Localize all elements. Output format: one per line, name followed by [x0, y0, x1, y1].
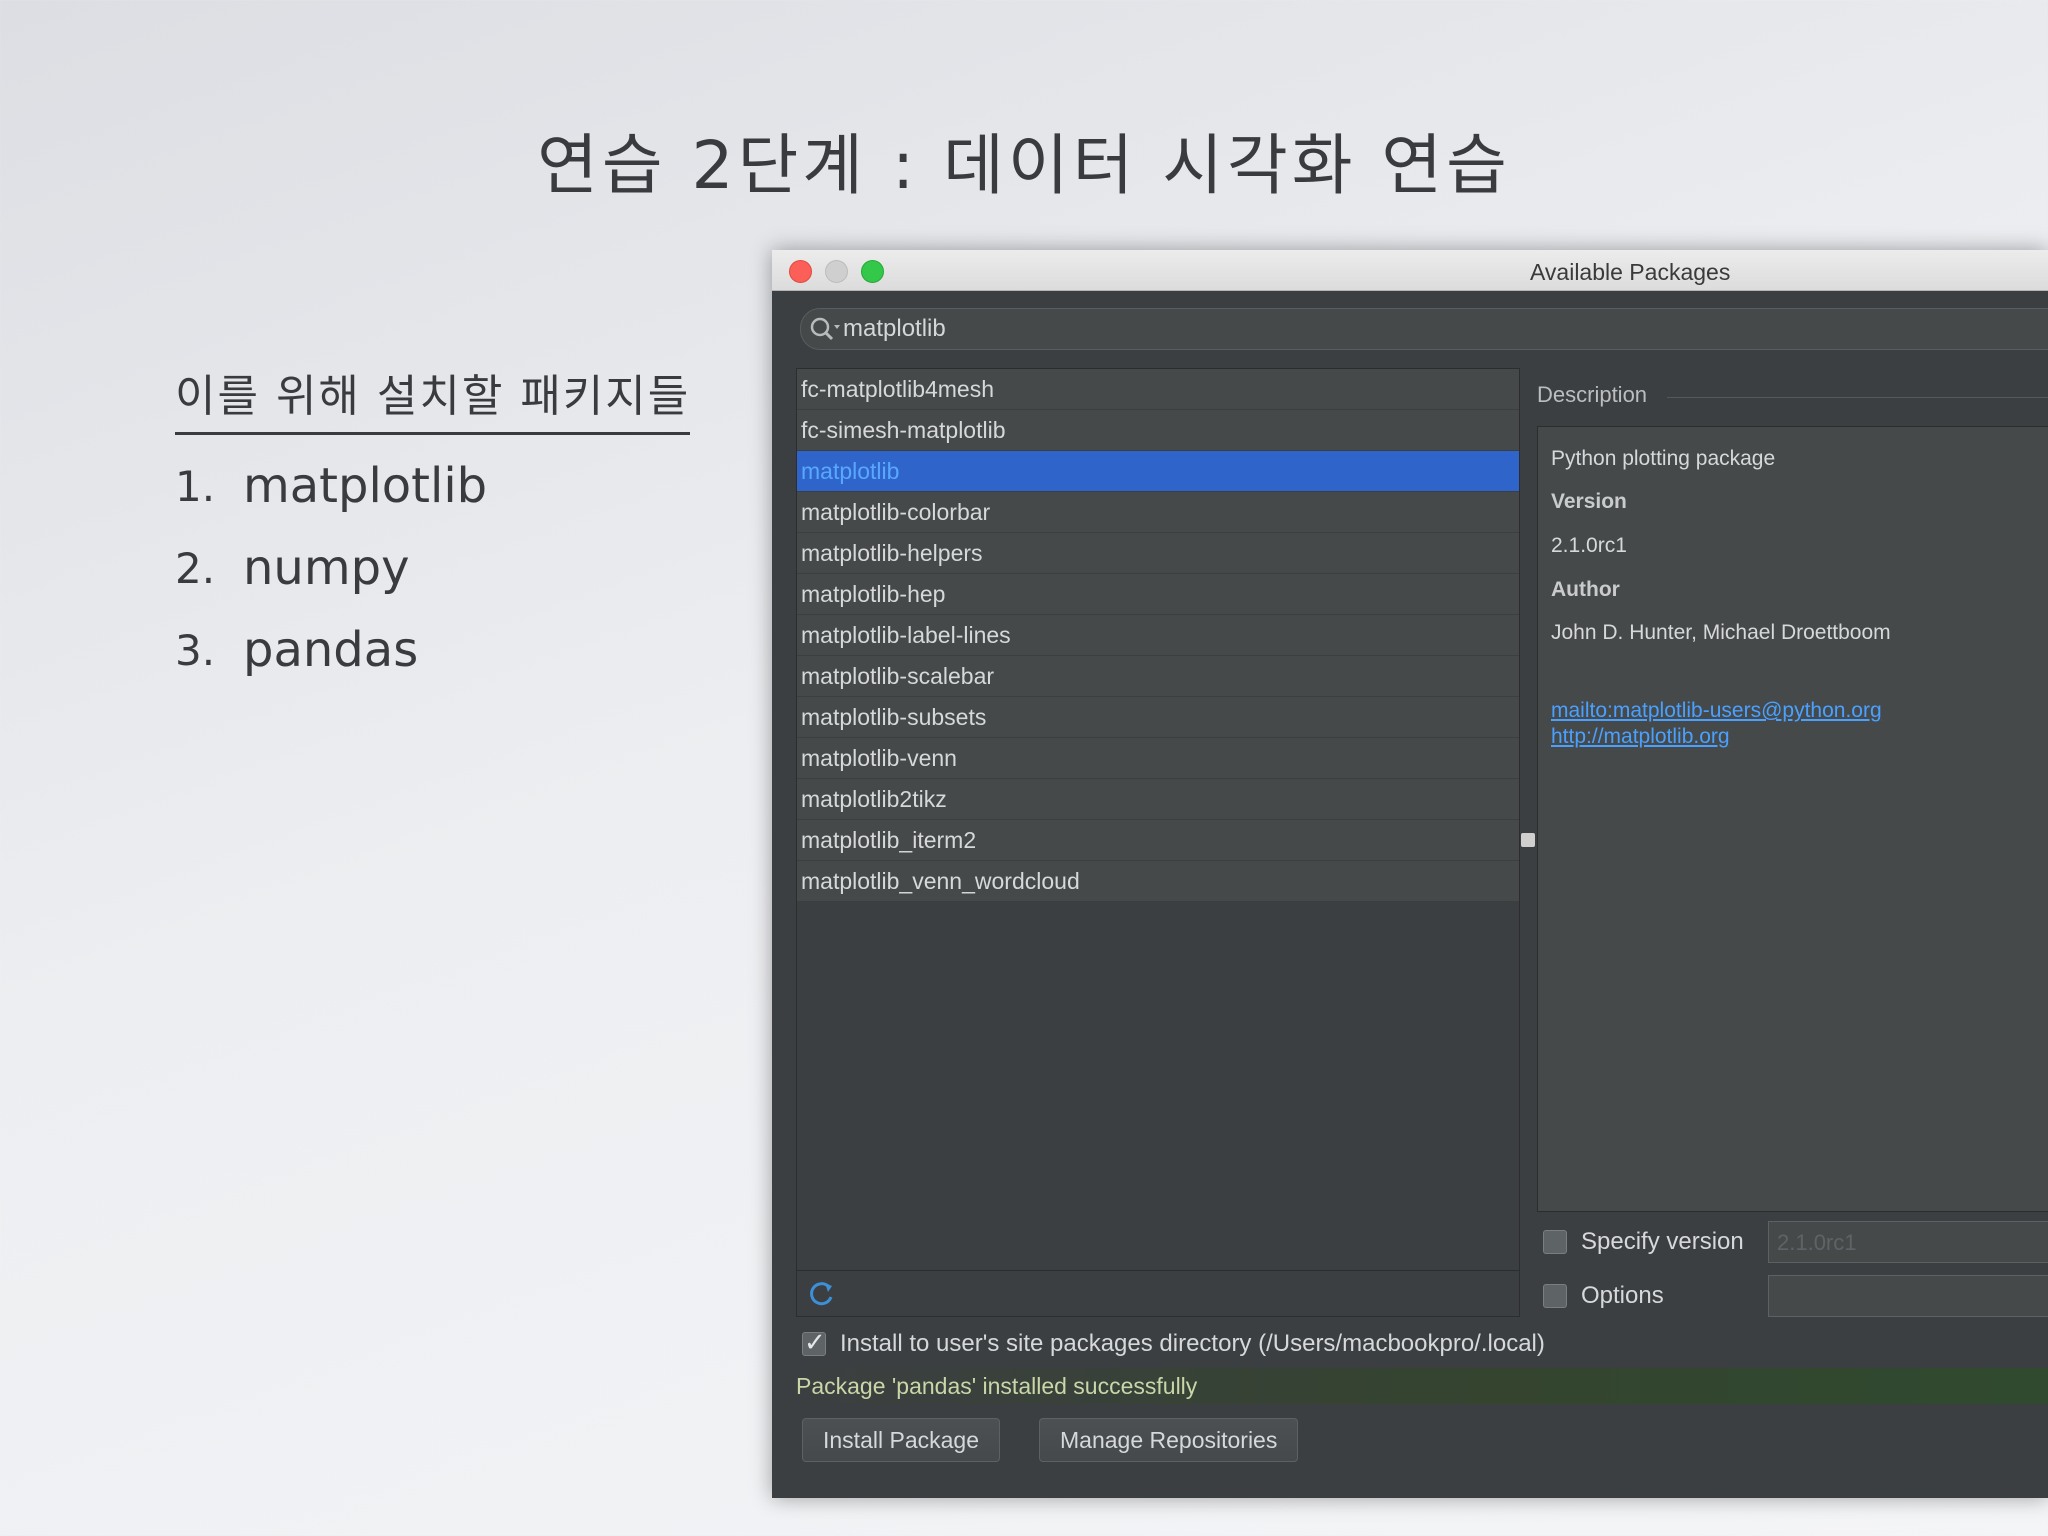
options-field[interactable]	[1768, 1275, 2048, 1317]
homepage-link[interactable]: http://matplotlib.org	[1551, 725, 1730, 749]
search-field[interactable]	[800, 308, 2048, 350]
version-value: 2.1.0rc1	[1551, 534, 1627, 557]
list-item[interactable]: matplotlib-colorbar	[797, 492, 1519, 533]
list-item[interactable]: matplotlib_iterm2	[797, 820, 1519, 861]
list-item-selected[interactable]: matplotlib	[797, 451, 1519, 492]
list-number: 3.	[175, 625, 216, 675]
status-bar: Package 'pandas' installed successfully	[792, 1368, 2048, 1404]
description-panel: Python plotting package Version 2.1.0rc1…	[1537, 426, 2048, 1212]
list-item[interactable]: matplotlib-hep	[797, 574, 1519, 615]
list-number: 2.	[175, 543, 216, 593]
available-packages-window: Available Packages fc-matplotlib4mesh fc…	[772, 250, 2048, 1498]
version-heading: Version	[1551, 490, 1627, 513]
checklist-heading: 이를 위해 설치할 패키지들	[175, 360, 691, 435]
options-checkbox[interactable]	[1543, 1284, 1567, 1308]
list-item[interactable]: matplotlib-helpers	[797, 533, 1519, 574]
package-checklist: 이를 위해 설치할 패키지들 1. matplotlib 2. numpy 3. pa…	[175, 360, 691, 691]
manage-repositories-button[interactable]: Manage Repositories	[1039, 1418, 1299, 1462]
list-item[interactable]: fc-matplotlib4mesh	[797, 369, 1519, 410]
specify-version-label: Specify version	[1581, 1228, 1744, 1255]
list-item[interactable]: fc-simesh-matplotlib	[797, 410, 1519, 451]
description-label: Description	[1537, 382, 1648, 407]
checkmark-icon: ✓	[804, 1327, 826, 1357]
list-item[interactable]: matplotlib-label-lines	[797, 615, 1519, 656]
list-label: pandas	[243, 622, 419, 678]
author-heading: Author	[1551, 578, 1620, 601]
package-summary: Python plotting package	[1551, 447, 1776, 470]
list-item[interactable]: matplotlib-venn	[797, 738, 1519, 779]
list-number: 1.	[175, 461, 216, 511]
list-label: numpy	[243, 540, 410, 596]
author-value: John D. Hunter, Michael Droettboom	[1551, 621, 1891, 644]
list-item: 3. pandas	[175, 609, 690, 691]
specify-version-checkbox[interactable]	[1543, 1230, 1567, 1254]
options-label: Options	[1581, 1282, 1664, 1309]
list-toolbar	[796, 1270, 1520, 1317]
window-title: Available Packages	[1530, 259, 1731, 285]
specify-version-row: Specify version	[1543, 1228, 1744, 1256]
status-message: Package 'pandas' installed successfully	[796, 1373, 1198, 1399]
search-input[interactable]	[843, 315, 1643, 343]
version-select[interactable]: 2.1.0rc1	[1768, 1221, 2048, 1263]
checklist: 1. matplotlib 2. numpy 3. pandas	[175, 445, 690, 691]
install-to-user-row: ✓ Install to user's site packages direct…	[802, 1327, 1545, 1358]
list-item[interactable]: matplotlib_venn_wordcloud	[797, 861, 1519, 902]
options-row: Options	[1543, 1282, 1664, 1310]
list-item[interactable]: matplotlib-scalebar	[797, 656, 1519, 697]
refresh-icon[interactable]	[807, 1279, 837, 1309]
search-icon[interactable]	[807, 314, 843, 344]
package-list[interactable]: fc-matplotlib4mesh fc-simesh-matplotlib …	[796, 368, 1520, 1272]
splitter-handle[interactable]	[1521, 833, 1535, 847]
slide-title: 연습 2단계 : 데이터 시각화 연습	[537, 127, 1511, 204]
install-to-user-label: Install to user's site packages director…	[840, 1330, 1545, 1357]
window-titlebar[interactable]: Available Packages	[772, 250, 2048, 291]
install-to-user-checkbox[interactable]: ✓	[802, 1327, 826, 1357]
maximize-window-button[interactable]	[861, 260, 884, 283]
list-item: 2. numpy	[175, 527, 690, 609]
list-item: 1. matplotlib	[175, 445, 690, 527]
list-label: matplotlib	[243, 458, 488, 514]
close-window-button[interactable]	[789, 260, 812, 283]
install-package-button[interactable]: Install Package	[802, 1418, 1000, 1462]
divider	[1667, 397, 2048, 398]
list-item[interactable]: matplotlib2tikz	[797, 779, 1519, 820]
email-link[interactable]: mailto:matplotlib-users@python.org	[1551, 699, 1882, 723]
list-item[interactable]: matplotlib-subsets	[797, 697, 1519, 738]
minimize-window-button[interactable]	[825, 260, 848, 283]
